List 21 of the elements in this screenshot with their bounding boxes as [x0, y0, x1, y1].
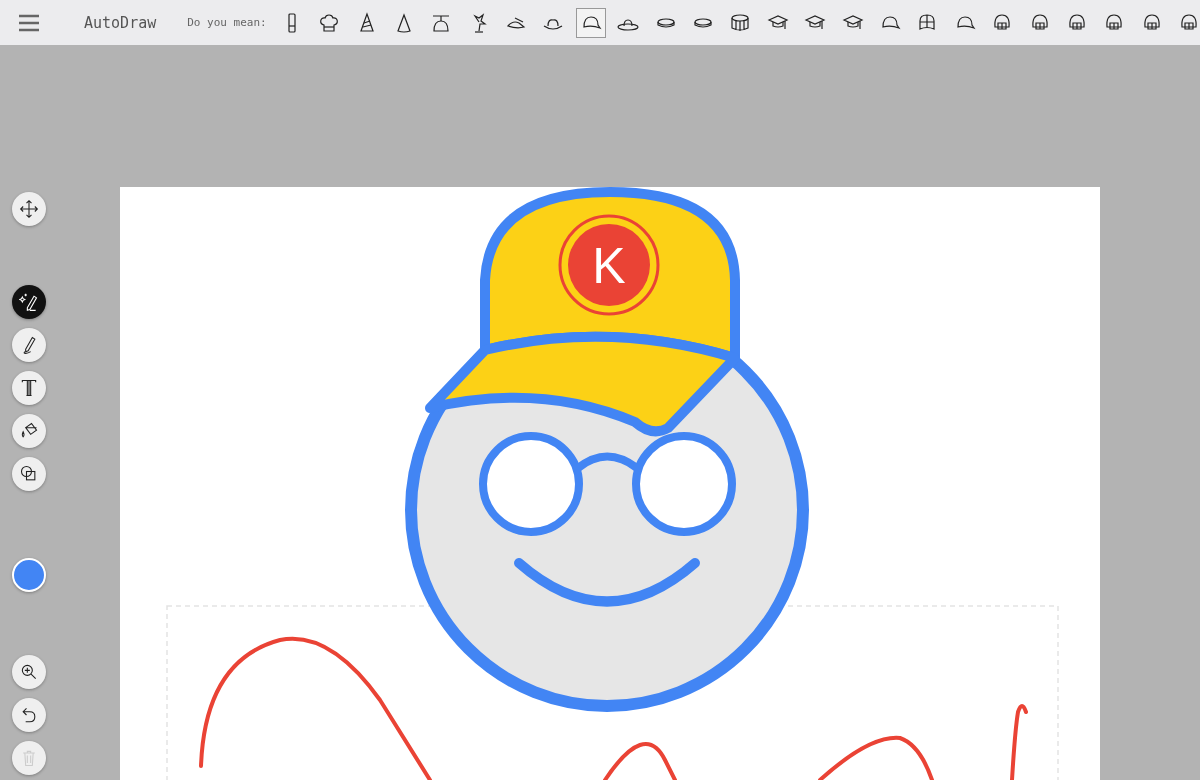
zoom-tool-button[interactable] [12, 655, 46, 689]
app-title: AutoDraw [84, 13, 157, 32]
color-swatch[interactable] [12, 558, 46, 592]
suggestion-prompt: Do you mean: [187, 16, 267, 29]
shape-tool-button[interactable] [12, 457, 46, 491]
text-icon [19, 378, 39, 398]
draw-tool-button[interactable] [12, 328, 46, 362]
autodraw-tool-button[interactable] [12, 285, 46, 319]
type-tool-button[interactable] [12, 371, 46, 405]
chef-hat-icon [318, 11, 341, 34]
undo-tool-button[interactable] [12, 698, 46, 732]
menu-button[interactable] [18, 13, 40, 32]
magic-pencil-icon [19, 292, 39, 312]
cap-letter: K [592, 238, 626, 294]
move-tool-button[interactable] [12, 192, 46, 226]
menu-icon [18, 13, 40, 32]
suggestion-button[interactable] [575, 7, 606, 38]
fill-tool-button[interactable] [12, 414, 46, 448]
move-icon [19, 199, 39, 219]
drum-icon [729, 11, 752, 34]
zoom-in-icon [19, 662, 39, 682]
